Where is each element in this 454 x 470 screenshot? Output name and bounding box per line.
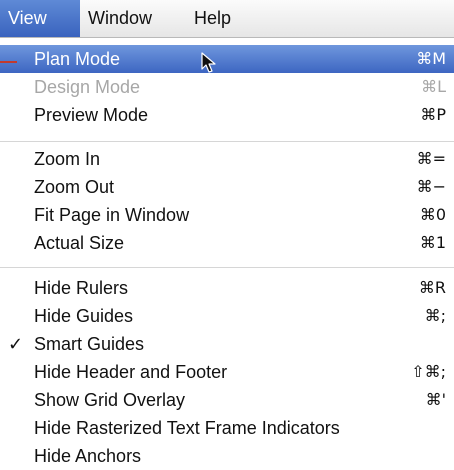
menu-item-label: Show Grid Overlay — [34, 390, 186, 410]
menu-item-shortcut: ⌘1 — [419, 233, 446, 252]
menu-item-label: Hide Header and Footer — [34, 362, 228, 382]
checkmark-icon: ✓ — [8, 334, 24, 354]
menu-item-actual-size[interactable]: Actual Size ⌘1 — [0, 229, 454, 257]
menu-separator — [0, 267, 454, 268]
menu-item-label: Hide Guides — [34, 306, 134, 326]
menubar-item-window[interactable]: Window — [80, 0, 180, 37]
menu-item-hide-anchors[interactable]: Hide Anchors — [0, 442, 454, 470]
menu-item-zoom-out[interactable]: Zoom Out ⌘− — [0, 173, 454, 201]
menu-item-label: Hide Rasterized Text Frame Indicators — [34, 418, 340, 438]
menu-item-label: Smart Guides — [34, 334, 145, 354]
menu-item-shortcut: ⌘R — [418, 278, 446, 297]
arrow-pointer-icon — [201, 52, 216, 73]
menu-item-shortcut: ⌘' — [425, 390, 446, 409]
menu-item-label: Hide Anchors — [34, 446, 142, 466]
menu-item-fit-page-in-window[interactable]: Fit Page in Window ⌘0 — [0, 201, 454, 229]
menu-item-shortcut: ⌘= — [416, 149, 446, 168]
menu-item-preview-mode[interactable]: Preview Mode ⌘P — [0, 101, 454, 129]
menu-item-shortcut: ⇧⌘; — [411, 362, 446, 381]
menu-item-show-grid-overlay[interactable]: Show Grid Overlay ⌘' — [0, 386, 454, 414]
menu-item-shortcut: ⌘L — [421, 77, 446, 96]
menu-item-zoom-in[interactable]: Zoom In ⌘= — [0, 145, 454, 173]
view-menu-dropdown: Plan Mode ⌘M Design Mode ⌘L Preview Mode… — [0, 38, 454, 466]
menu-item-label: Design Mode — [34, 77, 141, 97]
menu-item-label: Zoom In — [34, 149, 101, 169]
menu-item-label: Plan Mode — [34, 49, 121, 69]
menu-item-smart-guides[interactable]: ✓ Smart Guides — [0, 330, 454, 358]
menu-item-plan-mode[interactable]: Plan Mode ⌘M — [0, 45, 454, 73]
menu-item-shortcut: ⌘M — [416, 49, 446, 68]
annotation-callout-line — [0, 61, 17, 63]
menu-item-label: Actual Size — [34, 233, 125, 253]
menu-item-label: Hide Rulers — [34, 278, 129, 298]
menu-item-label: Zoom Out — [34, 177, 115, 197]
menubar-item-view[interactable]: View — [0, 0, 80, 37]
menu-item-label: Preview Mode — [34, 105, 149, 125]
menu-item-shortcut: ⌘P — [420, 105, 446, 124]
menu-item-hide-rulers[interactable]: Hide Rulers ⌘R — [0, 274, 454, 302]
menu-item-shortcut: ⌘0 — [419, 205, 446, 224]
menu-item-shortcut: ⌘− — [416, 177, 446, 196]
menu-bar: View Window Help — [0, 0, 454, 38]
menu-item-shortcut: ⌘; — [424, 306, 446, 325]
menu-item-hide-guides[interactable]: Hide Guides ⌘; — [0, 302, 454, 330]
menu-separator — [0, 141, 454, 142]
menu-item-hide-rasterized-text-frame-indicators[interactable]: Hide Rasterized Text Frame Indicators — [0, 414, 454, 442]
menu-item-hide-header-and-footer[interactable]: Hide Header and Footer ⇧⌘; — [0, 358, 454, 386]
menu-item-design-mode: Design Mode ⌘L — [0, 73, 454, 101]
menubar-item-help[interactable]: Help — [186, 0, 256, 37]
menu-item-label: Fit Page in Window — [34, 205, 190, 225]
